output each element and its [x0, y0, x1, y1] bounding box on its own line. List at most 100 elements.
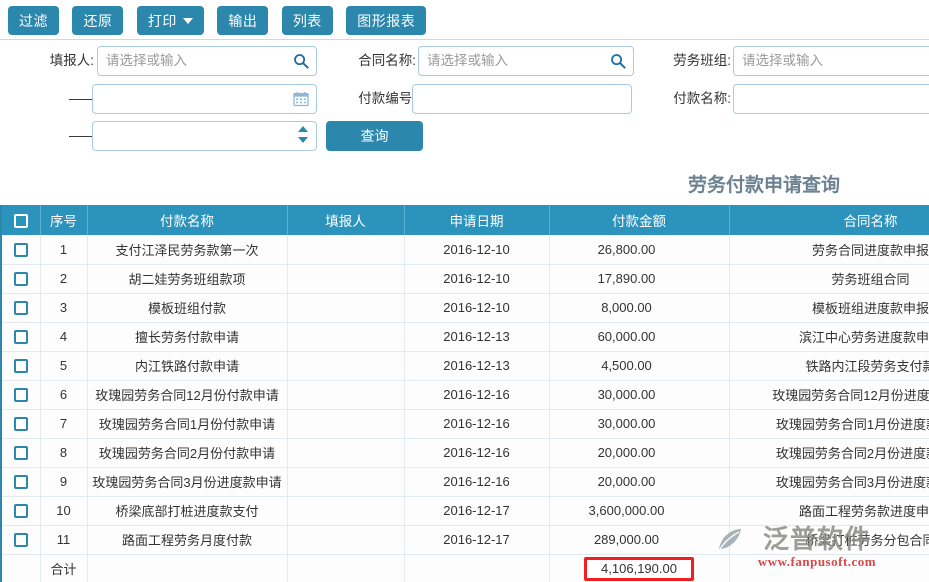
cell-contract-name[interactable]: 模板班组进度款申报 — [729, 293, 929, 322]
row-checkbox-cell[interactable] — [2, 293, 40, 322]
chart-report-button-label: 图形报表 — [357, 11, 415, 31]
column-header-contract-name[interactable]: 合同名称 — [729, 205, 929, 235]
row-checkbox[interactable] — [14, 417, 28, 431]
row-checkbox[interactable] — [14, 504, 28, 518]
table-row[interactable]: 8玫瑰园劳务合同2月份付款申请2016-12-1620,000.00玫瑰园劳务合… — [2, 438, 929, 467]
cell-payment-name[interactable]: 玫瑰园劳务合同12月份付款申请 — [87, 380, 287, 409]
row-checkbox[interactable] — [14, 446, 28, 460]
list-button-label: 列表 — [293, 11, 322, 31]
chart-report-button[interactable]: 图形报表 — [346, 6, 426, 35]
column-header-payment-name[interactable]: 付款名称 — [87, 205, 287, 235]
table-row[interactable]: 3模板班组付款2016-12-108,000.00模板班组进度款申报 — [2, 293, 929, 322]
row-checkbox-cell[interactable] — [2, 351, 40, 380]
cell-contract-name[interactable]: 路面工程劳务款进度申报 — [729, 496, 929, 525]
cell-payment-name[interactable]: 内江铁路付款申请 — [87, 351, 287, 380]
table-row[interactable]: 4擅长劳务付款申请2016-12-1360,000.00滨江中心劳务进度款申请 — [2, 322, 929, 351]
date-input[interactable] — [92, 84, 317, 114]
filter-button[interactable]: 过滤 — [8, 6, 59, 35]
row-checkbox-cell[interactable] — [2, 409, 40, 438]
row-checkbox[interactable] — [14, 533, 28, 547]
payment-no-input[interactable] — [412, 84, 632, 114]
calendar-icon[interactable] — [293, 91, 309, 107]
cell-contract-name[interactable]: 玫瑰园劳务合同3月份进度款申请 — [729, 467, 929, 496]
cell-reporter — [287, 351, 404, 380]
column-header-no[interactable]: 序号 — [40, 205, 87, 235]
column-header-reporter[interactable]: 填报人 — [287, 205, 404, 235]
row-checkbox[interactable] — [14, 301, 28, 315]
cell-no: 10 — [40, 496, 87, 525]
cell-contract-name[interactable]: 玫瑰园劳务合同1月份进度款申请 — [729, 409, 929, 438]
query-button[interactable]: 查询 — [326, 121, 423, 151]
cell-contract-name[interactable]: 劳务班组合同 — [729, 264, 929, 293]
search-icon[interactable] — [610, 53, 626, 69]
column-header-amount[interactable]: 付款金额 — [549, 205, 729, 235]
row-checkbox[interactable] — [14, 388, 28, 402]
table-row[interactable]: 1支付江泽民劳务款第一次2016-12-1026,800.00劳务合同进度款申报 — [2, 235, 929, 264]
row-checkbox[interactable] — [14, 475, 28, 489]
reporter-input[interactable]: 请选择或输入 — [97, 46, 317, 76]
print-button-label: 打印 — [148, 11, 177, 31]
row-checkbox[interactable] — [14, 243, 28, 257]
cell-amount: 26,800.00 — [549, 235, 729, 264]
row-checkbox[interactable] — [14, 330, 28, 344]
cell-payment-name[interactable]: 玫瑰园劳务合同1月份付款申请 — [87, 409, 287, 438]
cell-no: 3 — [40, 293, 87, 322]
amount-stepper-input[interactable] — [92, 121, 317, 151]
table-row[interactable]: 5内江铁路付款申请2016-12-134,500.00铁路内江段劳务支付款 — [2, 351, 929, 380]
total-checkbox-cell — [2, 554, 40, 582]
labor-team-placeholder: 请选择或输入 — [742, 47, 823, 75]
export-button-label: 输出 — [228, 11, 257, 31]
labor-team-input[interactable]: 请选择或输入 — [733, 46, 929, 76]
row-checkbox-cell[interactable] — [2, 525, 40, 554]
row-checkbox-cell[interactable] — [2, 322, 40, 351]
cell-payment-name[interactable]: 桥梁底部打桩进度款支付 — [87, 496, 287, 525]
cell-payment-name[interactable]: 胡二娃劳务班组款项 — [87, 264, 287, 293]
row-checkbox[interactable] — [14, 272, 28, 286]
cell-contract-name[interactable]: 铁路内江段劳务支付款 — [729, 351, 929, 380]
row-checkbox-cell[interactable] — [2, 496, 40, 525]
cell-payment-name[interactable]: 玫瑰园劳务合同2月份付款申请 — [87, 438, 287, 467]
cell-payment-name[interactable]: 擅长劳务付款申请 — [87, 322, 287, 351]
cell-payment-name[interactable]: 支付江泽民劳务款第一次 — [87, 235, 287, 264]
row-checkbox[interactable] — [14, 359, 28, 373]
row-checkbox-cell[interactable] — [2, 235, 40, 264]
row-checkbox-cell[interactable] — [2, 467, 40, 496]
cell-contract-name[interactable]: 劳务合同进度款申报 — [729, 235, 929, 264]
export-button[interactable]: 输出 — [217, 6, 268, 35]
cell-reporter — [287, 409, 404, 438]
cell-reporter — [287, 264, 404, 293]
cell-payment-name[interactable]: 路面工程劳务月度付款 — [87, 525, 287, 554]
select-all-header[interactable] — [2, 205, 40, 235]
row-checkbox-cell[interactable] — [2, 380, 40, 409]
cell-amount: 20,000.00 — [549, 467, 729, 496]
payment-name-input[interactable] — [733, 84, 929, 114]
table-row[interactable]: 10桥梁底部打桩进度款支付2016-12-173,600,000.00路面工程劳… — [2, 496, 929, 525]
cell-no: 9 — [40, 467, 87, 496]
cell-payment-name[interactable]: 玫瑰园劳务合同3月份进度款申请 — [87, 467, 287, 496]
select-all-checkbox[interactable] — [14, 214, 28, 228]
cell-contract-name[interactable]: 玫瑰园劳务合同2月份进度款申请 — [729, 438, 929, 467]
row-checkbox-cell[interactable] — [2, 438, 40, 467]
cell-amount: 60,000.00 — [549, 322, 729, 351]
list-button[interactable]: 列表 — [282, 6, 333, 35]
total-blank-date — [404, 554, 549, 582]
restore-button[interactable]: 还原 — [72, 6, 123, 35]
cell-contract-name[interactable]: 桥梁打桩劳务分包合同 — [729, 525, 929, 554]
row-checkbox-cell[interactable] — [2, 264, 40, 293]
cell-contract-name[interactable]: 滨江中心劳务进度款申请 — [729, 322, 929, 351]
cell-apply-date: 2016-12-16 — [404, 409, 549, 438]
table-row[interactable]: 6玫瑰园劳务合同12月份付款申请2016-12-1630,000.00玫瑰园劳务… — [2, 380, 929, 409]
table-row[interactable]: 11路面工程劳务月度付款2016-12-17289,000.00桥梁打桩劳务分包… — [2, 525, 929, 554]
cell-contract-name[interactable]: 玫瑰园劳务合同12月份进度款申请 — [729, 380, 929, 409]
column-header-apply-date[interactable]: 申请日期 — [404, 205, 549, 235]
results-table-container[interactable]: 序号 付款名称 填报人 申请日期 付款金额 合同名称 1支付江泽民劳务款第一次2… — [0, 205, 929, 582]
print-button[interactable]: 打印 — [137, 6, 204, 35]
table-row[interactable]: 2胡二娃劳务班组款项2016-12-1017,890.00劳务班组合同 — [2, 264, 929, 293]
cell-no: 11 — [40, 525, 87, 554]
table-row[interactable]: 7玫瑰园劳务合同1月份付款申请2016-12-1630,000.00玫瑰园劳务合… — [2, 409, 929, 438]
cell-payment-name[interactable]: 模板班组付款 — [87, 293, 287, 322]
contract-name-input[interactable]: 请选择或输入 — [418, 46, 634, 76]
stepper-arrows-icon[interactable] — [298, 126, 308, 146]
search-icon[interactable] — [293, 53, 309, 69]
table-row[interactable]: 9玫瑰园劳务合同3月份进度款申请2016-12-1620,000.00玫瑰园劳务… — [2, 467, 929, 496]
